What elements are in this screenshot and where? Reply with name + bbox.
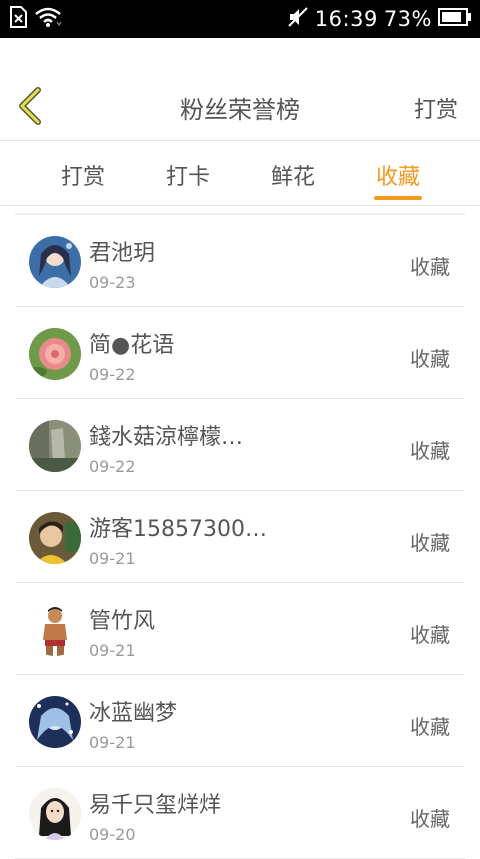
status-bar-right: 16:39 73%	[287, 6, 472, 32]
avatar	[29, 696, 81, 748]
clock: 16:39	[314, 7, 378, 31]
fan-name: 管竹风	[89, 609, 156, 634]
row-action-label: 收藏	[410, 807, 450, 831]
row-action-label: 收藏	[410, 531, 450, 555]
fan-date: 09-23	[89, 273, 136, 292]
fan-name: 游客15857300…	[89, 517, 267, 542]
list-item[interactable]: 錢水菇涼檸檬… 09-22 收藏	[15, 399, 465, 491]
header-bar: 粉丝荣誉榜 打赏	[0, 38, 480, 141]
fan-name: 錢水菇涼檸檬…	[89, 425, 244, 450]
fan-name: 冰蓝幽梦	[89, 701, 178, 726]
avatar	[29, 328, 81, 380]
avatar	[29, 236, 81, 288]
list-item[interactable]: 冰蓝幽梦 09-21 收藏	[15, 675, 465, 767]
row-action-label: 收藏	[410, 347, 450, 371]
fan-date: 09-21	[89, 549, 136, 568]
tab-reward[interactable]: 打赏	[43, 159, 123, 191]
tab-favorites[interactable]: 收藏	[358, 159, 438, 191]
list-item[interactable]: 易千只玺烊烊 09-20 收藏	[15, 767, 465, 859]
list-item[interactable]: 管竹风 09-21 收藏	[15, 583, 465, 675]
list-item[interactable]: 君池玥 09-23 收藏	[15, 215, 465, 307]
fan-date: 09-22	[89, 457, 136, 476]
list-item[interactable]: 游客15857300… 09-21 收藏	[15, 491, 465, 583]
row-action-label: 收藏	[410, 623, 450, 647]
fan-name: 君池玥	[89, 241, 156, 266]
fan-date: 09-21	[89, 641, 136, 660]
status-bar-left	[8, 6, 62, 32]
wifi-icon	[34, 6, 62, 32]
list-item[interactable]: 简●花语 09-22 收藏	[15, 307, 465, 399]
mute-icon	[287, 6, 309, 32]
fan-date: 09-21	[89, 733, 136, 752]
avatar	[29, 604, 81, 656]
tab-flowers[interactable]: 鲜花	[253, 159, 333, 191]
battery-percentage: 73%	[383, 7, 432, 31]
avatar	[29, 788, 81, 840]
tab-checkin[interactable]: 打卡	[148, 159, 228, 191]
battery-icon	[438, 7, 472, 31]
reward-button[interactable]: 打赏	[414, 92, 458, 124]
active-tab-indicator	[374, 196, 422, 200]
row-action-label: 收藏	[410, 715, 450, 739]
fan-name: 简●花语	[89, 333, 175, 358]
page-title: 粉丝荣誉榜	[180, 96, 300, 124]
fan-list: 君池玥 09-23 收藏 简●花语 09-22 收藏 錢水菇涼檸檬… 09-22…	[15, 213, 465, 859]
sim-absent-icon	[8, 6, 28, 32]
fan-date: 09-20	[89, 825, 136, 844]
row-action-label: 收藏	[410, 255, 450, 279]
fan-name: 易千只玺烊烊	[89, 793, 222, 818]
row-action-label: 收藏	[410, 439, 450, 463]
avatar	[29, 512, 81, 564]
status-bar: 16:39 73%	[0, 0, 480, 38]
avatar	[29, 420, 81, 472]
fan-date: 09-22	[89, 365, 136, 384]
